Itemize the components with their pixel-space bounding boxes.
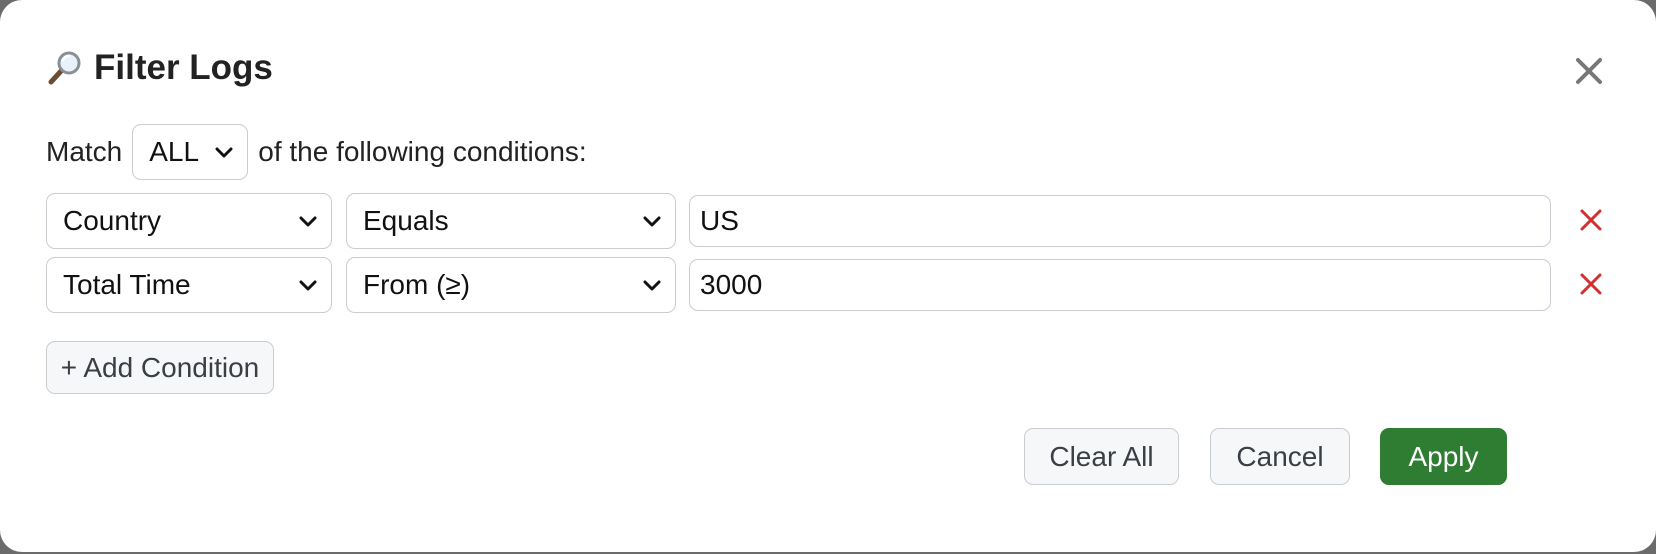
match-mode-select[interactable]: ALL [132, 124, 249, 180]
remove-icon [1580, 273, 1602, 295]
condition-operator-value: Equals [363, 205, 449, 236]
match-row: Match ALL of the following conditions: [46, 124, 587, 180]
add-condition-button[interactable]: + Add Condition [46, 341, 274, 394]
match-suffix-label: of the following conditions: [258, 136, 587, 167]
condition-field-value: Total Time [63, 269, 191, 300]
close-icon [1576, 58, 1602, 84]
chevron-down-icon [643, 280, 661, 291]
condition-field-value: Country [63, 205, 162, 236]
chevron-down-icon [215, 147, 233, 158]
condition-field-select[interactable]: Country [46, 193, 332, 249]
close-button[interactable] [1572, 54, 1606, 88]
apply-button[interactable]: Apply [1380, 428, 1507, 485]
chevron-down-icon [299, 216, 317, 227]
filter-logs-dialog: Filter Logs Match ALL of the following c… [0, 0, 1656, 552]
condition-operator-value: From (≥) [363, 269, 471, 300]
match-prefix-label: Match [46, 136, 123, 167]
condition-value-input[interactable] [689, 195, 1551, 247]
match-mode-value: ALL [149, 136, 200, 167]
condition-value-input[interactable] [689, 259, 1551, 311]
remove-condition-button[interactable] [1578, 207, 1604, 233]
condition-operator-select[interactable]: From (≥) [346, 257, 676, 313]
dialog-header: Filter Logs [46, 44, 273, 92]
chevron-down-icon [643, 216, 661, 227]
condition-operator-select[interactable]: Equals [346, 193, 676, 249]
clear-all-button[interactable]: Clear All [1024, 428, 1179, 485]
chevron-down-icon [299, 280, 317, 291]
cancel-button[interactable]: Cancel [1210, 428, 1350, 485]
condition-field-select[interactable]: Total Time [46, 257, 332, 313]
dialog-title: Filter Logs [94, 48, 273, 87]
magnifying-glass-icon [46, 49, 84, 87]
remove-icon [1580, 209, 1602, 231]
remove-condition-button[interactable] [1578, 271, 1604, 297]
